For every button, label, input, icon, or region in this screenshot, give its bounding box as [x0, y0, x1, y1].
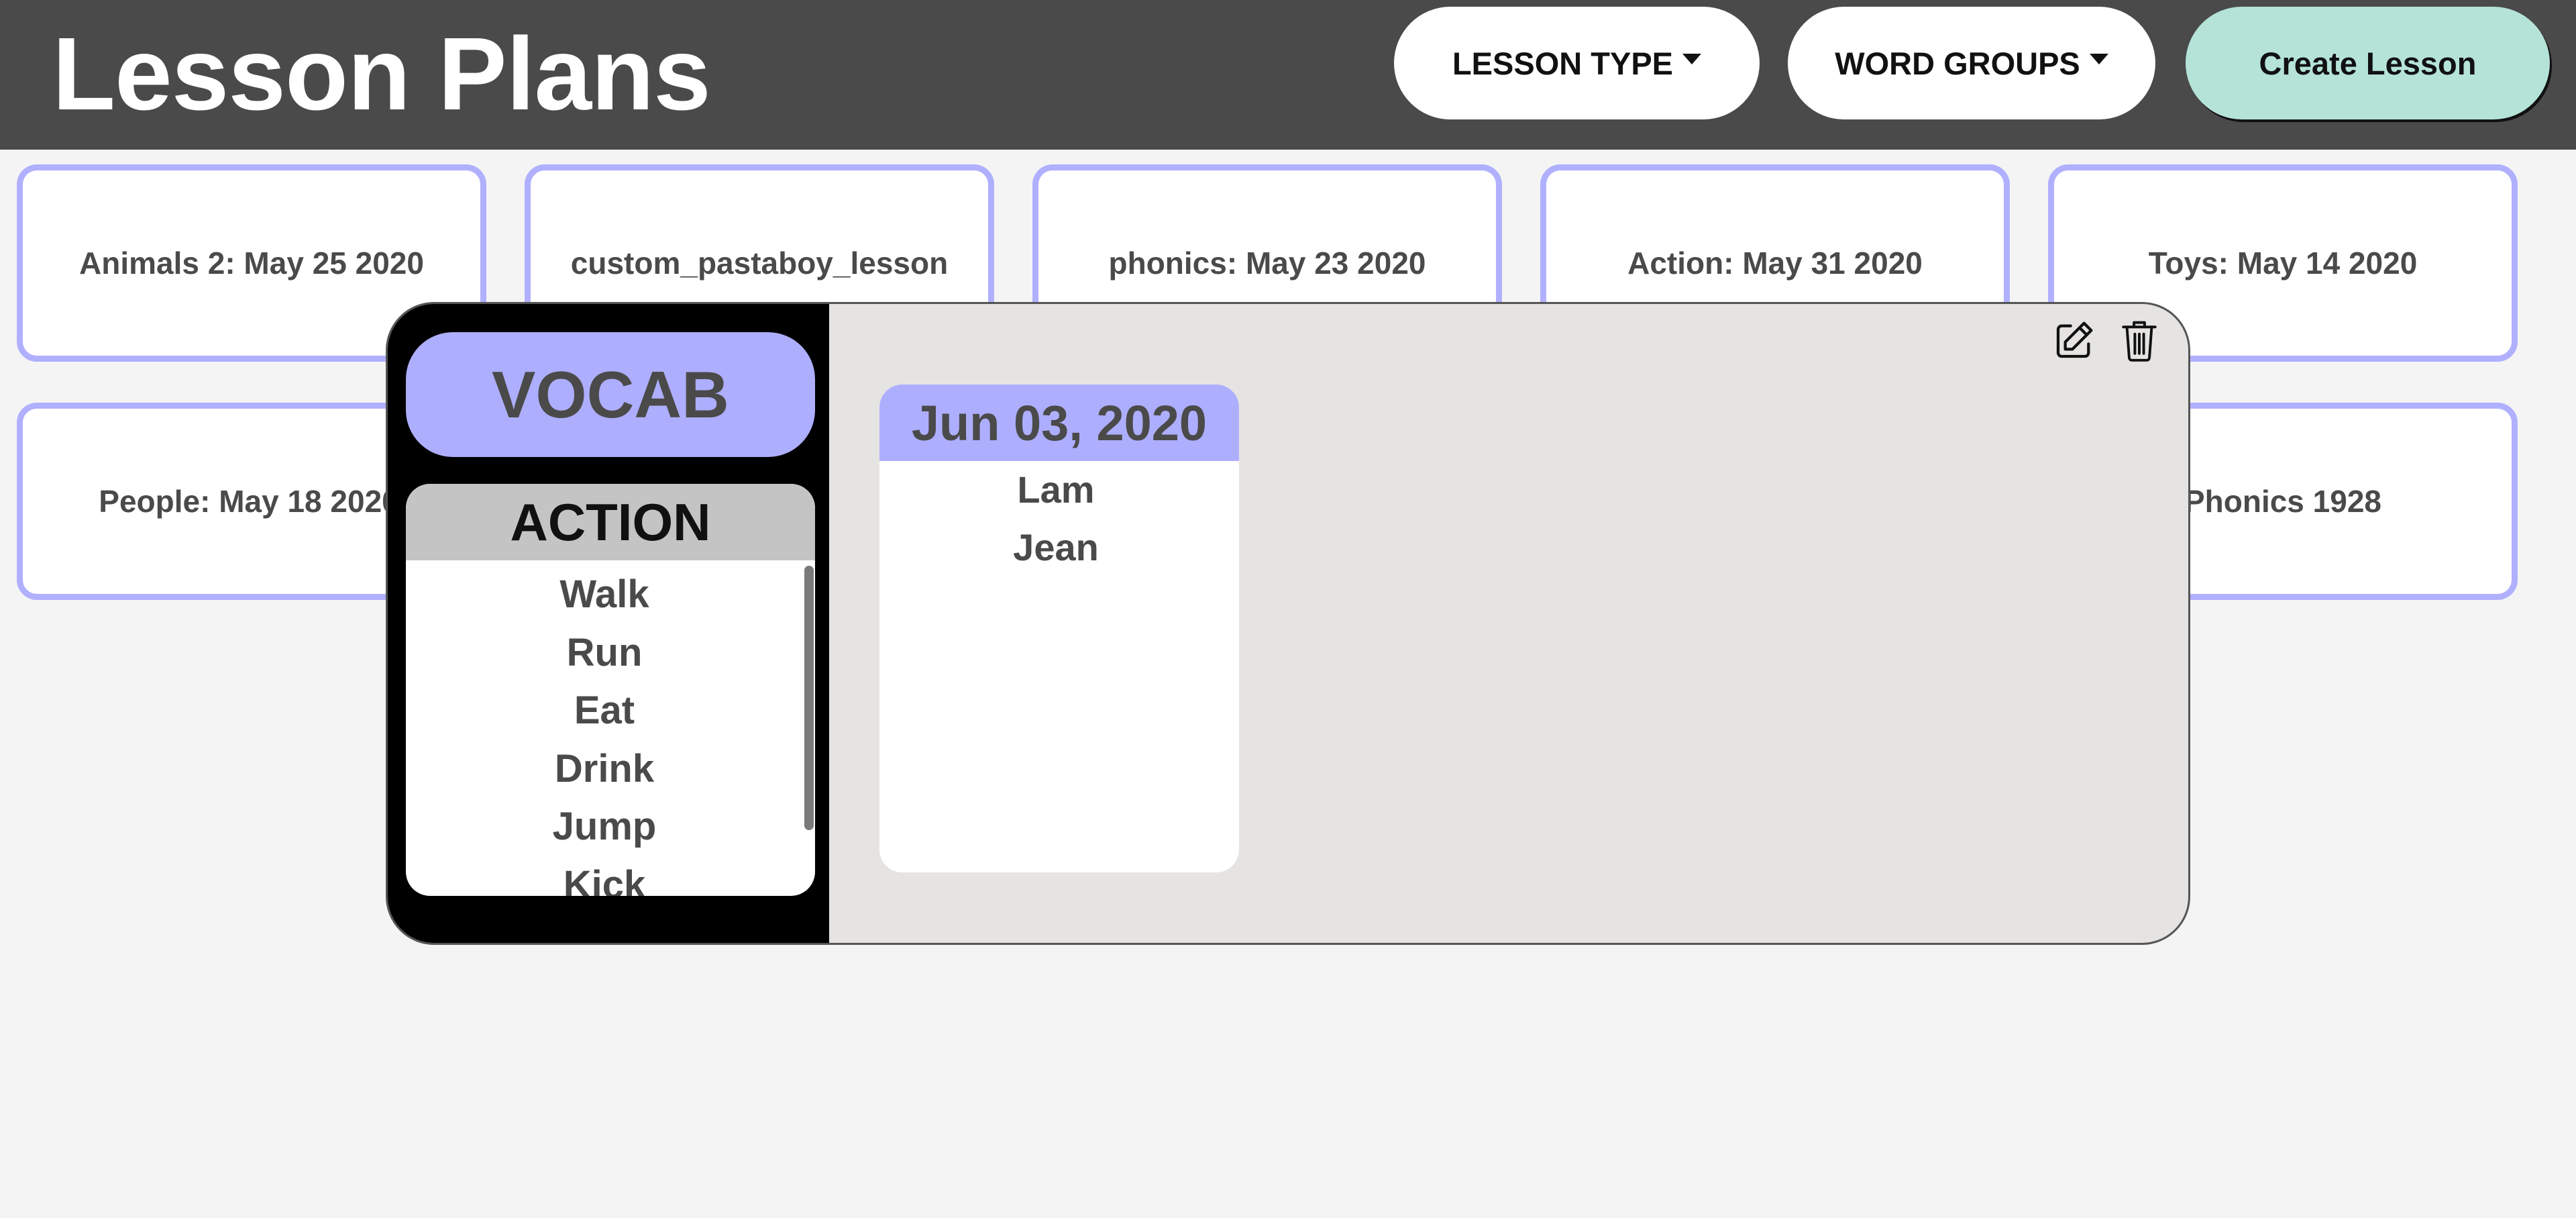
edit-icon	[2056, 321, 2093, 358]
lesson-sidebar: VOCAB ACTION Walk Run Eat Drink Jump Kic…	[388, 304, 829, 943]
delete-button[interactable]	[2115, 316, 2163, 364]
lesson-type-label: LESSON TYPE	[1452, 45, 1674, 81]
list-item: Run	[566, 630, 643, 674]
list-item: Jean	[1013, 526, 1099, 568]
create-lesson-label: Create Lesson	[2259, 45, 2477, 81]
lesson-card-label: Animals 2: May 25 2020	[79, 246, 424, 281]
page-title: Lesson Plans	[52, 16, 711, 132]
lesson-card-label: Action: May 31 2020	[1627, 246, 1923, 281]
session-date: Jun 03, 2020	[879, 385, 1239, 461]
trash-icon	[2122, 321, 2157, 362]
word-group-panel[interactable]: ACTION Walk Run Eat Drink Jump Kick	[406, 484, 815, 896]
list-item: Eat	[574, 689, 635, 732]
caret-down-icon	[2089, 54, 2108, 64]
edit-button[interactable]	[2050, 316, 2098, 364]
lesson-type-dropdown[interactable]: LESSON TYPE	[1394, 7, 1760, 119]
list-item: Jump	[552, 805, 657, 848]
student-list: Lam Jean	[879, 461, 1239, 576]
word-list[interactable]: Walk Run Eat Drink Jump Kick	[406, 560, 815, 896]
list-item: Walk	[559, 572, 649, 616]
lesson-type-badge: VOCAB	[406, 332, 815, 457]
lesson-detail-modal: VOCAB ACTION Walk Run Eat Drink Jump Kic…	[386, 302, 2190, 945]
lesson-card-label: custom_pastaboy_lesson	[570, 246, 949, 281]
word-list-scrollbar[interactable]	[804, 566, 814, 830]
list-item: Lam	[1017, 468, 1095, 511]
lesson-card-label: Phonics 1928	[2184, 484, 2382, 519]
lesson-card-label: Toys: May 14 2020	[2148, 246, 2418, 281]
list-item: Drink	[554, 746, 655, 791]
caret-down-icon	[1682, 54, 1702, 64]
word-group-title: ACTION	[406, 484, 815, 560]
list-item: Kick	[563, 862, 646, 897]
lesson-card-label: phonics: May 23 2020	[1108, 246, 1426, 281]
lesson-card-label: People: May 18 2020	[99, 484, 399, 519]
app-header: Lesson Plans LESSON TYPE WORD GROUPS Cre…	[0, 0, 2576, 150]
session-card[interactable]: Jun 03, 2020 Lam Jean	[879, 385, 1239, 872]
word-groups-label: WORD GROUPS	[1835, 45, 2080, 81]
create-lesson-button[interactable]: Create Lesson	[2186, 7, 2550, 119]
word-groups-dropdown[interactable]: WORD GROUPS	[1788, 7, 2155, 119]
